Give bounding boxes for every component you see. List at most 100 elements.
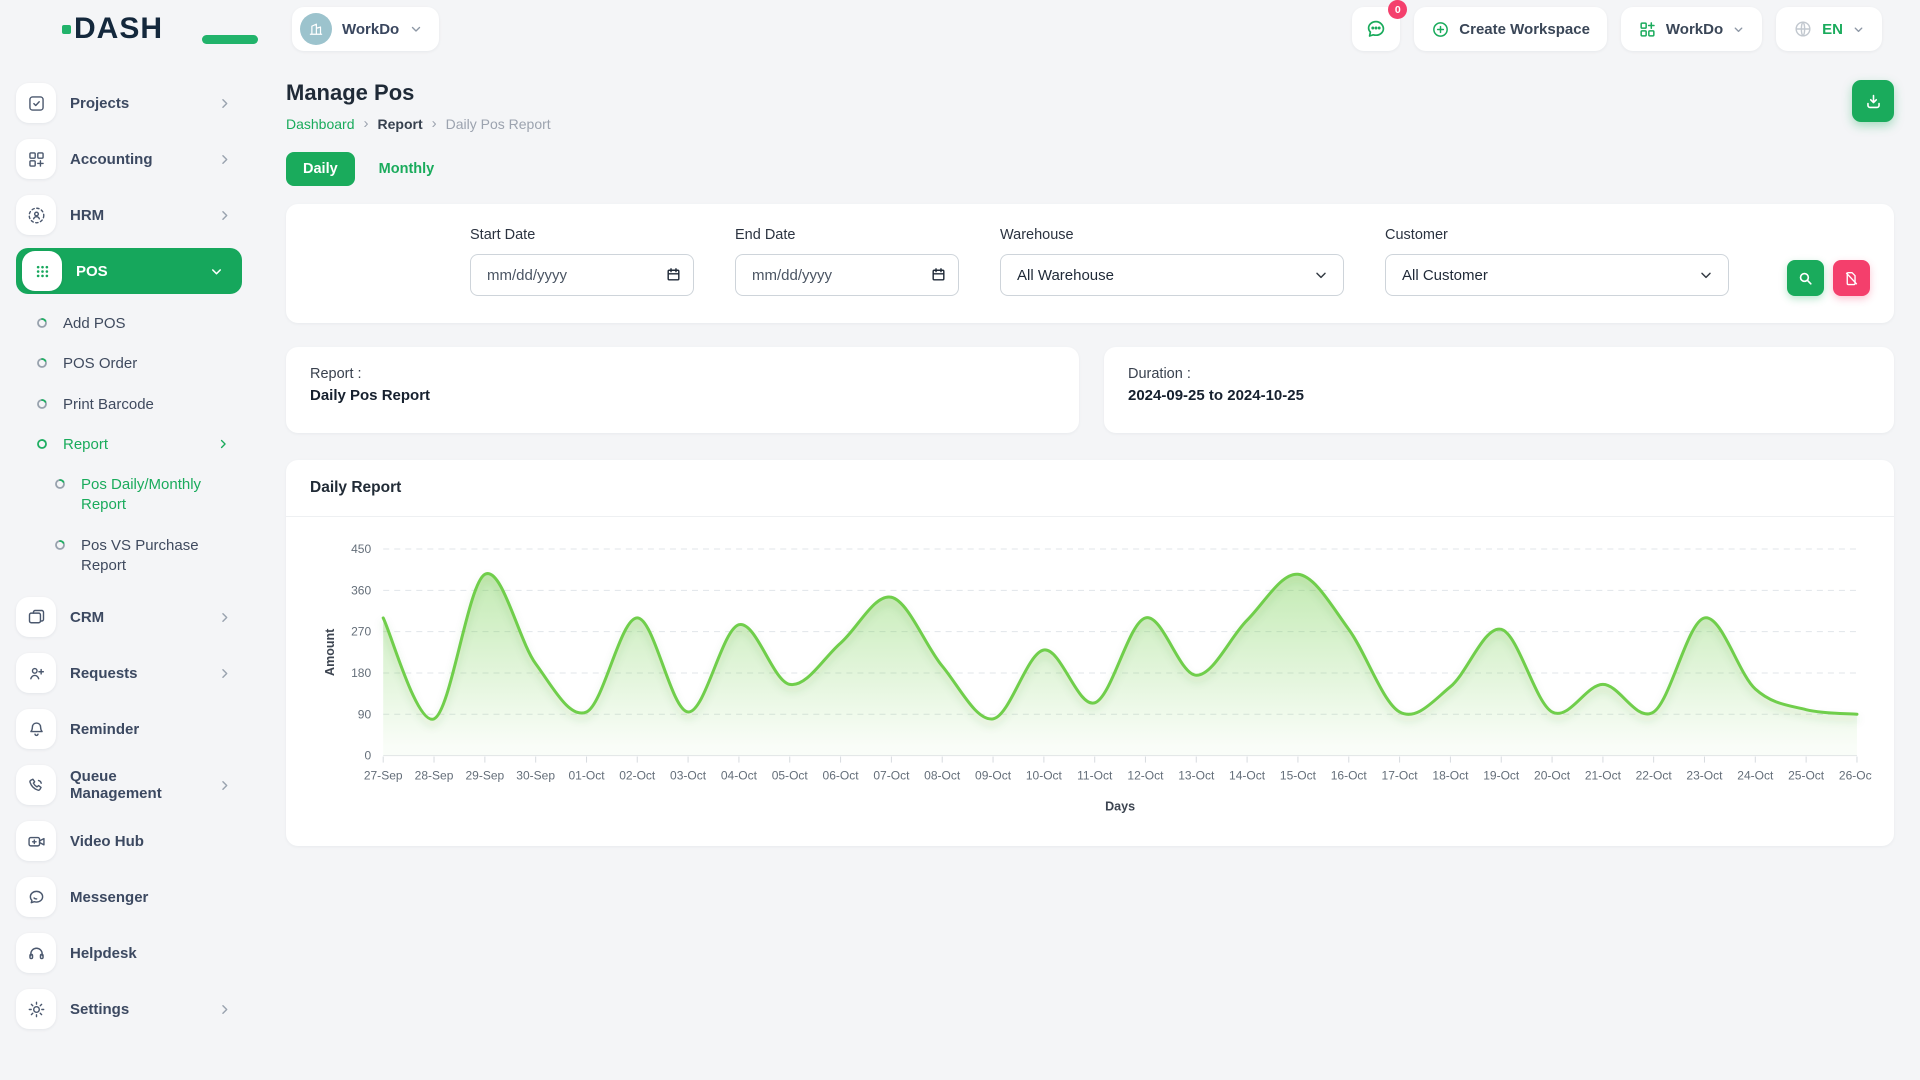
sidebar-item-label: Reminder [70,721,139,738]
topbar-actions: 0 Create Workspace WorkDo EN [1352,7,1882,51]
svg-text:13-Oct: 13-Oct [1178,769,1215,783]
svg-text:22-Oct: 22-Oct [1636,769,1673,783]
breadcrumb-separator: › [364,115,369,132]
sidebar-item-projects[interactable]: Projects [16,80,242,126]
download-report-button[interactable] [1852,80,1894,122]
workspace-avatar [300,13,332,45]
chevron-right-icon [217,778,232,793]
sidebar-item-pos-vs-purchase-report[interactable]: Pos VS Purchase Report [16,526,242,587]
customer-field: Customer All Customer [1385,227,1729,296]
submenu-bullet-icon [54,478,66,490]
svg-text:Days: Days [1105,800,1135,814]
svg-text:450: 450 [351,542,371,556]
svg-text:15-Oct: 15-Oct [1280,769,1317,783]
svg-text:07-Oct: 07-Oct [873,769,910,783]
chevron-right-icon [217,208,232,223]
sidebar-item-messenger[interactable]: Messenger [16,874,242,920]
svg-text:26-Oct: 26-Oct [1839,769,1872,783]
sidebar-item-reminder[interactable]: Reminder [16,706,242,752]
chevron-right-icon [216,437,230,451]
sidebar-item-label: Print Barcode [63,395,154,415]
svg-text:14-Oct: 14-Oct [1229,769,1266,783]
sidebar-item-label: Pos VS Purchase Report [81,536,231,577]
language-selector[interactable]: EN [1776,7,1882,51]
svg-text:11-Oct: 11-Oct [1077,769,1113,783]
file-slash-icon [1843,270,1860,287]
svg-text:19-Oct: 19-Oct [1483,769,1520,783]
sidebar-item-video-hub[interactable]: Video Hub [16,818,242,864]
sidebar-item-crm[interactable]: CRM [16,594,242,640]
start-date-field: Start Date [470,227,694,296]
summary-cards: Report : Daily Pos Report Duration : 202… [286,347,1894,433]
warehouse-field: Warehouse All Warehouse [1000,227,1344,296]
sidebar-item-queue-management[interactable]: Queue Management [16,762,242,808]
grid-squares-icon [1638,20,1657,39]
sidebar-item-hrm[interactable]: HRM [16,192,242,238]
page-title: Manage Pos [286,80,551,106]
svg-text:0: 0 [364,749,371,763]
apply-filter-button[interactable] [1787,260,1824,296]
svg-text:03-Oct: 03-Oct [670,769,707,783]
sidebar-item-label: Projects [70,95,129,112]
sidebar-item-pos-order[interactable]: POS Order [16,344,242,384]
warehouse-selected-value: All Warehouse [1017,267,1114,284]
svg-text:Amount: Amount [323,628,337,676]
app-menu-button[interactable]: WorkDo [1621,7,1762,51]
end-date-input[interactable] [735,254,959,296]
sidebar-item-label: Video Hub [70,833,144,850]
svg-text:23-Oct: 23-Oct [1686,769,1723,783]
building-icon [307,20,325,38]
sidebar-item-label: Settings [70,1001,129,1018]
app-logo: DASH [62,12,222,46]
svg-text:20-Oct: 20-Oct [1534,769,1571,783]
daily-report-card: Daily Report 090180270360450Amount27-Sep… [286,460,1894,846]
sidebar-item-label: Accounting [70,151,153,168]
sidebar-item-settings[interactable]: Settings [16,986,242,1032]
breadcrumb-dashboard[interactable]: Dashboard [286,116,355,132]
download-icon [1864,92,1883,111]
chevron-down-icon [1852,23,1865,36]
svg-text:25-Oct: 25-Oct [1788,769,1825,783]
chat-bubble-icon [1364,17,1388,41]
svg-text:270: 270 [351,625,371,639]
sidebar-item-label: Helpdesk [70,945,137,962]
sidebar-item-report[interactable]: Report [16,425,242,465]
tab-daily[interactable]: Daily [286,152,355,186]
create-workspace-button[interactable]: Create Workspace [1414,7,1607,51]
topbar: DASH WorkDo 0 Create Workspace WorkDo [0,0,1920,58]
sidebar-item-requests[interactable]: Requests [16,650,242,696]
reset-filter-button[interactable] [1833,260,1870,296]
cards-icon [16,597,56,637]
report-summary-card: Report : Daily Pos Report [286,347,1079,433]
headset-icon [16,933,56,973]
tab-monthly[interactable]: Monthly [365,152,449,186]
workspace-switcher[interactable]: WorkDo [292,7,439,51]
sidebar-item-label: HRM [70,207,104,224]
page-header: Manage Pos Dashboard › Report › Daily Po… [286,80,1894,132]
submenu-bullet-icon [36,357,48,369]
sidebar-item-accounting[interactable]: Accounting [16,136,242,182]
messages-button[interactable]: 0 [1352,7,1400,51]
globe-icon [1793,19,1813,39]
sidebar-item-helpdesk[interactable]: Helpdesk [16,930,242,976]
sidebar-item-print-barcode[interactable]: Print Barcode [16,385,242,425]
sidebar-item-add-pos[interactable]: Add POS [16,304,242,344]
start-date-input[interactable] [470,254,694,296]
start-date-label: Start Date [470,227,694,243]
sidebar-item-pos-daily-monthly-report[interactable]: Pos Daily/Monthly Report [16,465,242,526]
submenu-bullet-icon [36,398,48,410]
warehouse-select[interactable]: All Warehouse [1000,254,1344,296]
customer-select[interactable]: All Customer [1385,254,1729,296]
sidebar-item-pos[interactable]: POS [16,248,242,294]
svg-text:06-Oct: 06-Oct [823,769,860,783]
sidebar-item-label: Pos Daily/Monthly Report [81,475,231,516]
svg-text:90: 90 [358,707,372,721]
chart-container: 090180270360450Amount27-Sep28-Sep29-Sep3… [286,517,1894,846]
breadcrumb-current: Daily Pos Report [446,116,551,132]
report-period-tabs: Daily Monthly [286,152,1894,186]
logo-accent-bar [202,35,258,44]
duration-label: Duration : [1128,366,1870,382]
breadcrumb-report[interactable]: Report [378,116,423,132]
messages-badge: 0 [1388,0,1407,19]
sidebar-item-label: Messenger [70,889,148,906]
